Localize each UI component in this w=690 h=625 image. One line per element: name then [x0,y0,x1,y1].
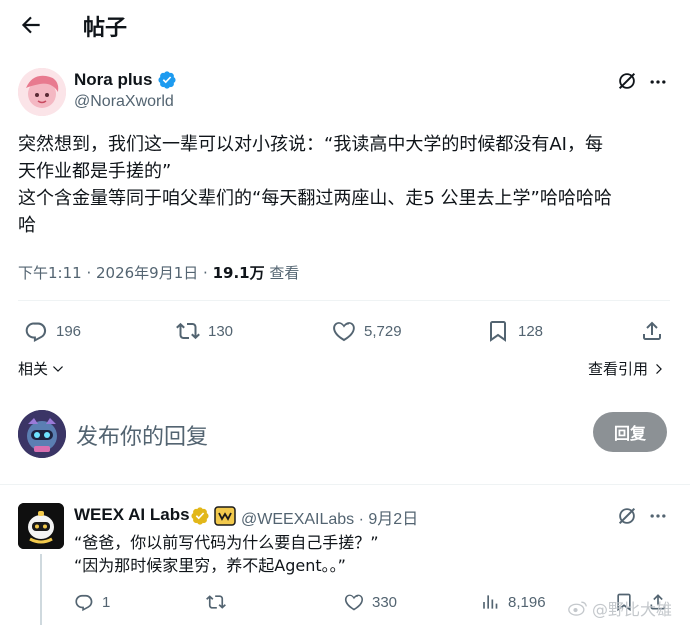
watermark: @野比大雄 [568,596,672,620]
gold-verified-icon [190,506,210,526]
repost-icon [206,592,226,612]
related-dropdown[interactable]: 相关 [18,358,65,379]
repost-count: 130 [208,322,234,340]
page-title: 帖子 [83,16,128,41]
post-meta: 下午1:11 · 2026年9月1日 · 19.1万 查看 [18,264,300,282]
reply-icon [24,319,48,343]
reply-icon [74,592,94,612]
divider [18,300,670,301]
reply-date[interactable]: 9月2日 [368,511,418,528]
like-button[interactable]: 5,729 [332,319,402,343]
post-text-line: 突然想到，我们这一辈可以对小孩说：“我读高中大学的时候都没有AI，每 [18,134,603,155]
reply-author-name[interactable]: WEEX AI Labs [74,505,190,525]
more-icon[interactable] [648,72,668,92]
verified-badge-icon [157,70,177,90]
post-text-line: 哈 [18,215,36,236]
post-text: 突然想到，我们这一辈可以对小孩说：“我读高中大学的时候都没有AI，每 天作业都是… [18,131,670,239]
post-date[interactable]: 2026年9月1日 [96,264,198,282]
view-quotes-label: 查看引用 [588,360,649,378]
share-icon [640,319,664,343]
reply-count: 196 [56,322,82,340]
bookmark-icon [486,319,510,343]
watermark-text: @野比大雄 [592,600,673,619]
back-arrow-icon[interactable] [18,12,44,38]
reply-repost-button[interactable] [206,590,226,614]
divider [0,484,690,485]
affiliate-badge-icon [214,506,236,526]
post-text-line: 天作业都是手搓的” [18,161,172,182]
thread-line [40,554,42,625]
bookmark-button[interactable]: 128 [486,319,543,343]
view-quotes-link[interactable]: 查看引用 [588,358,666,379]
repost-button[interactable]: 130 [176,319,233,343]
chevron-right-icon [652,362,666,376]
post-text-line: 这个含金量等同于咱父辈们的“每天翻过两座山、走5 公里去上学”哈哈哈哈 [18,188,612,209]
reply-text-line: “爸爸，你以前写代码为什么要自己手搓？” [74,533,379,552]
reply-author-avatar[interactable] [18,503,64,549]
reply-reply-button[interactable]: 1 [74,590,110,614]
reply-views-count: 8,196 [508,593,546,611]
reply-like-count: 330 [372,593,398,611]
views-icon [480,592,500,612]
reply-like-button[interactable]: 330 [344,590,397,614]
reply-button[interactable]: 196 [24,319,81,343]
post-time[interactable]: 下午1:11 [18,264,82,282]
views-label: 查看 [269,264,300,282]
grok-icon[interactable] [616,505,638,527]
chevron-down-icon [51,362,65,376]
share-button[interactable] [640,319,664,343]
author-name[interactable]: Nora plus [74,70,152,90]
like-count: 5,729 [364,322,402,340]
author-handle[interactable]: @NoraXworld [74,93,174,111]
author-avatar[interactable] [18,68,66,116]
related-label: 相关 [18,360,49,378]
reply-handle-date: @WEEXAILabs · 9月2日 [241,511,419,528]
reply-text: “爸爸，你以前写代码为什么要自己手搓？” “因为那时候家里穷，养不起Agent。… [74,531,379,577]
reply-input[interactable]: 发布你的回复 [76,419,208,451]
my-avatar [18,410,66,458]
repost-icon [176,319,200,343]
views-count: 19.1万 [212,264,265,282]
more-icon[interactable] [648,506,668,526]
reply-author-handle[interactable]: @WEEXAILabs [241,511,354,528]
reply-views-button[interactable]: 8,196 [480,590,546,614]
grok-icon[interactable] [616,70,638,92]
bookmark-count: 128 [518,322,544,340]
reply-submit-button[interactable]: 回复 [593,412,667,452]
reply-reply-count: 1 [102,593,111,611]
reply-text-line: “因为那时候家里穷，养不起Agent。。” [74,556,346,575]
weibo-icon [568,599,588,617]
like-icon [332,319,356,343]
like-icon [344,592,364,612]
